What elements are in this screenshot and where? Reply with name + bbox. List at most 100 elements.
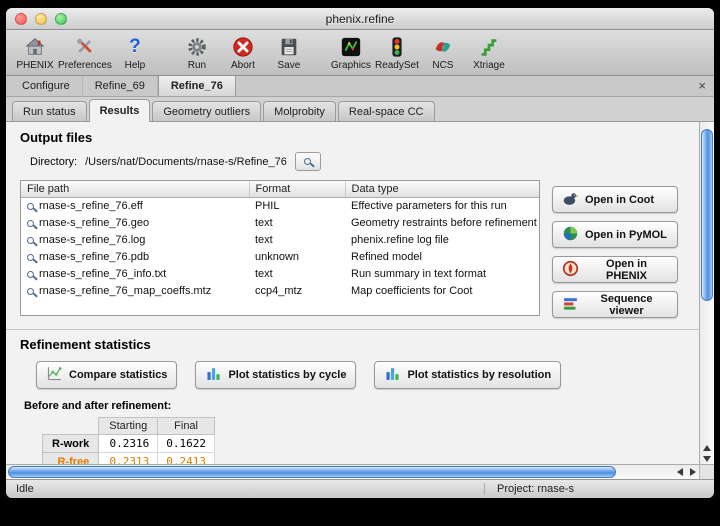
file-path: rnase-s_refine_76.geo — [39, 217, 149, 229]
tab-label: Run status — [23, 106, 76, 118]
toolbar-button-phenix[interactable]: PHENIX — [12, 31, 58, 75]
tab-label: Real-space CC — [349, 106, 424, 118]
tab-molprobity[interactable]: Molprobity — [263, 101, 336, 121]
close-window-button[interactable] — [15, 13, 27, 25]
open-in-coot-button[interactable]: Open in Coot — [552, 186, 678, 213]
horizontal-scrollbar[interactable] — [6, 464, 714, 479]
window-controls — [15, 13, 67, 25]
toolbar-label: Abort — [231, 60, 255, 71]
horizontal-scrollbar-thumb[interactable] — [8, 466, 616, 478]
magnifier-icon — [27, 271, 34, 278]
file-path: rnase-s_refine_76_info.txt — [39, 268, 166, 280]
toolbar-label: ReadySet — [375, 60, 419, 71]
toolbar-button-help[interactable]: ? Help — [112, 31, 158, 75]
output-files-heading: Output files — [20, 130, 691, 145]
tab-label: Molprobity — [274, 106, 325, 118]
button-label: Open in Coot — [585, 194, 654, 206]
open-in-phenix-button[interactable]: Open in PHENIX — [552, 256, 678, 283]
toolbar-label: Xtriage — [473, 60, 505, 71]
file-data-type: Effective parameters for this run — [345, 198, 539, 215]
file-data-type: Run summary in text format — [345, 266, 539, 283]
button-label: Open in PHENIX — [585, 258, 668, 282]
tab-results[interactable]: Results — [89, 99, 151, 122]
button-label: Plot statistics by resolution — [407, 369, 551, 381]
help-icon: ? — [129, 35, 141, 59]
sequence-viewer-button[interactable]: Sequence viewer — [552, 291, 678, 318]
toolbar-button-ncs[interactable]: NCS — [420, 31, 466, 75]
pymol-icon — [562, 225, 579, 245]
file-format: PHIL — [249, 198, 345, 215]
stat-label: R-work — [43, 435, 99, 453]
tab-refine-69[interactable]: Refine_69 — [83, 76, 158, 96]
toolbar-button-preferences[interactable]: Preferences — [58, 31, 112, 75]
output-files-table-container: File path Format Data type rnase-s_refin… — [20, 180, 540, 316]
button-label: Plot statistics by cycle — [228, 369, 346, 381]
output-files-table: File path Format Data type rnase-s_refin… — [21, 181, 539, 300]
stats-row-r-free: R-free 0.2313 0.2413 — [43, 453, 215, 465]
tab-geometry-outliers[interactable]: Geometry outliers — [152, 101, 261, 121]
open-in-pymol-button[interactable]: Open in PyMOL — [552, 221, 678, 248]
sequence-icon — [562, 295, 579, 315]
tab-run-status[interactable]: Run status — [12, 101, 87, 121]
table-header-row: File path Format Data type — [21, 181, 539, 198]
toolbar-button-run[interactable]: Run — [174, 31, 220, 75]
section-divider — [6, 329, 699, 330]
column-header-file-path[interactable]: File path — [21, 181, 249, 198]
toolbar-label: NCS — [432, 60, 453, 71]
minimize-window-button[interactable] — [35, 13, 47, 25]
column-header-format[interactable]: Format — [249, 181, 345, 198]
horizontal-scrollbar-arrows — [677, 465, 696, 479]
table-row[interactable]: rnase-s_refine_76.pdb unknown Refined mo… — [21, 249, 539, 266]
phenix-refine-window: phenix.refine PHENIX Preferences ? Help … — [6, 8, 714, 498]
table-row[interactable]: rnase-s_refine_76.log text phenix.refine… — [21, 232, 539, 249]
project-label: Project: rnase-s — [484, 483, 574, 495]
table-row[interactable]: rnase-s_refine_76.eff PHIL Effective par… — [21, 198, 539, 215]
phenix-home-icon — [24, 35, 46, 59]
magnifier-icon — [27, 203, 34, 210]
toolbar-button-xtriage[interactable]: Xtriage — [466, 31, 512, 75]
scroll-down-arrow[interactable] — [703, 456, 711, 462]
toolbar-button-save[interactable]: Save — [266, 31, 312, 75]
titlebar[interactable]: phenix.refine — [6, 8, 714, 30]
phenix-logo-icon — [562, 260, 579, 280]
plot-by-cycle-button[interactable]: Plot statistics by cycle — [195, 361, 356, 389]
scroll-right-arrow[interactable] — [690, 468, 696, 476]
tab-label: Configure — [22, 80, 70, 92]
vertical-scrollbar[interactable] — [699, 122, 714, 464]
scroll-up-arrow[interactable] — [703, 445, 711, 451]
table-row[interactable]: rnase-s_refine_76.geo text Geometry rest… — [21, 215, 539, 232]
refinement-stats-table: Starting Final R-work 0.2316 0.1622 R-fr… — [42, 417, 215, 464]
table-row[interactable]: rnase-s_refine_76_info.txt text Run summ… — [21, 266, 539, 283]
bar-chart-icon — [384, 365, 401, 385]
vertical-scrollbar-thumb[interactable] — [701, 129, 713, 301]
directory-value: /Users/nat/Documents/rnase-s/Refine_76 — [85, 156, 287, 168]
toolbar-button-graphics[interactable]: Graphics — [328, 31, 374, 75]
tab-refine-76[interactable]: Refine_76 — [158, 76, 236, 96]
column-header-data-type[interactable]: Data type — [345, 181, 539, 198]
output-files-row: File path Format Data type rnase-s_refin… — [20, 180, 691, 318]
graphics-icon — [340, 35, 362, 59]
zoom-window-button[interactable] — [55, 13, 67, 25]
table-row[interactable]: rnase-s_refine_76_map_coeffs.mtz ccp4_mt… — [21, 283, 539, 300]
refinement-statistics-heading: Refinement statistics — [20, 337, 691, 352]
toolbar-button-abort[interactable]: Abort — [220, 31, 266, 75]
compare-statistics-button[interactable]: Compare statistics — [36, 361, 177, 389]
tab-real-space-cc[interactable]: Real-space CC — [338, 101, 435, 121]
close-tab-icon[interactable]: × — [698, 78, 706, 94]
plot-by-resolution-button[interactable]: Plot statistics by resolution — [374, 361, 561, 389]
tab-configure[interactable]: Configure — [10, 76, 83, 96]
stat-starting-value: 0.2316 — [99, 435, 158, 453]
file-data-type: Map coefficients for Coot — [345, 283, 539, 300]
magnifier-icon — [304, 158, 311, 165]
results-scroll-area: Output files Directory: /Users/nat/Docum… — [6, 122, 699, 464]
stat-final-value: 0.1622 — [158, 435, 215, 453]
directory-browse-button[interactable] — [295, 152, 321, 171]
statistics-buttons: Compare statistics Plot statistics by cy… — [36, 361, 691, 389]
traffic-light-icon — [386, 35, 408, 59]
toolbar-button-readyset[interactable]: ReadySet — [374, 31, 420, 75]
status-bar: Idle Project: rnase-s — [6, 479, 714, 498]
toolbar-label: Preferences — [58, 60, 112, 71]
window-title: phenix.refine — [326, 12, 395, 26]
file-path: rnase-s_refine_76.eff — [39, 200, 143, 212]
scroll-left-arrow[interactable] — [677, 468, 683, 476]
